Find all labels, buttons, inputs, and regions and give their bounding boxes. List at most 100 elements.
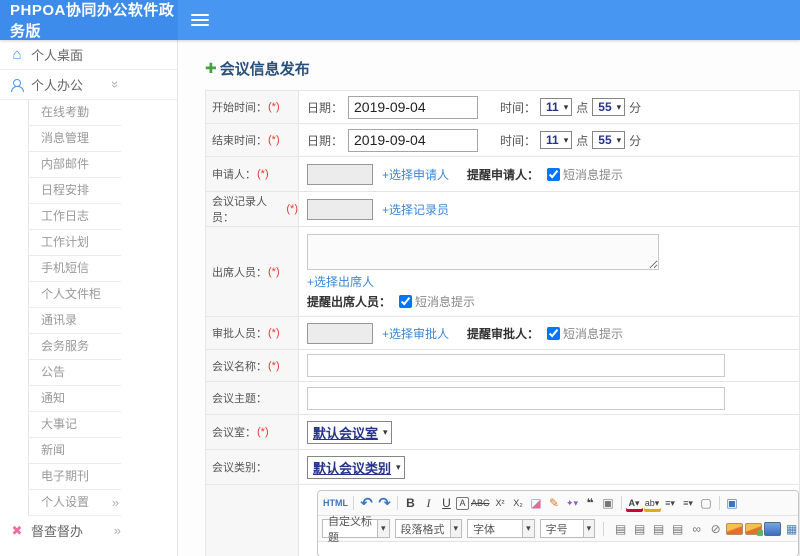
underline-button[interactable]: U (438, 494, 455, 512)
field-value (299, 382, 799, 414)
sidebar-item-label: 个人办公 (31, 78, 84, 93)
sidebar-item-label: 个人桌面 (31, 48, 84, 63)
unlink-icon[interactable]: ⊘ (707, 520, 724, 538)
form-row-meeting-room: 会议室： (*) 默认会议室 (205, 415, 800, 450)
meeting-category-select[interactable]: 默认会议类别 (307, 455, 405, 479)
editor-content-area[interactable] (318, 542, 798, 556)
eraser-icon[interactable]: ◪ (528, 494, 545, 512)
field-label-text: 结束时间： (212, 135, 267, 147)
upload-image-icon[interactable] (745, 522, 764, 536)
meeting-room-select[interactable]: 默认会议室 (307, 420, 392, 444)
field-value: 默认会议类别 (299, 450, 799, 484)
char-border-button[interactable]: A (456, 496, 469, 510)
fullscreen-icon[interactable]: ▣ (724, 494, 741, 512)
field-value: +选择出席人 提醒出席人员： 短消息提示 (299, 227, 799, 316)
applicant-input[interactable] (307, 163, 373, 185)
hour-value: 11 (546, 100, 559, 114)
strikethrough-button[interactable]: ABC (470, 494, 491, 512)
font-size-select[interactable]: 字号 (539, 519, 596, 538)
sidebar-item-work-plan[interactable]: 工作计划 (29, 230, 121, 256)
select-label: 字体 (473, 523, 496, 536)
font-family-select[interactable]: 字体 (467, 519, 535, 538)
insert-table-icon[interactable]: ▦ (783, 520, 798, 538)
italic-button[interactable]: I (420, 494, 437, 512)
custom-title-select[interactable]: 自定义标题 (322, 516, 390, 544)
end-hour-select[interactable]: 11 (540, 131, 573, 149)
bold-button[interactable]: B (402, 494, 419, 512)
blockquote-icon[interactable]: ❝ (582, 494, 599, 512)
paragraph-format-select[interactable]: 段落格式 (394, 519, 463, 538)
autoformat-icon[interactable]: ✦▾ (564, 494, 581, 512)
field-value: 日期： 时间： 11 点 55 分 (299, 124, 799, 156)
applicant-sms-checkbox[interactable] (547, 167, 561, 181)
sidebar-item-supervision[interactable]: 督查督办 (0, 516, 177, 544)
sidebar-item-personal-file-cabinet[interactable]: 个人文件柜 (29, 282, 121, 308)
sidebar-item-work-log[interactable]: 工作日志 (29, 204, 121, 230)
hamburger-icon[interactable] (191, 14, 209, 26)
sidebar-item-notices[interactable]: 通知 (29, 386, 121, 412)
sidebar-item-schedule[interactable]: 日程安排 (29, 178, 121, 204)
sidebar-item-meeting-services[interactable]: 会务服务 (29, 334, 121, 360)
font-color-icon[interactable]: A▾ (626, 494, 643, 512)
sidebar-item-message-management[interactable]: 消息管理 (29, 126, 121, 152)
attendees-sms-checkbox[interactable] (399, 295, 413, 308)
start-hour-select[interactable]: 11 (540, 98, 573, 116)
align-justify-icon[interactable]: ▤ (669, 520, 686, 538)
html-source-button[interactable]: HTML (322, 494, 349, 512)
end-minute-select[interactable]: 55 (592, 131, 626, 149)
dropdown-arrow-icon (449, 520, 462, 537)
chevron-double-down-icon (108, 81, 123, 88)
unordered-list-icon[interactable]: ≡▾ (680, 494, 697, 512)
dropdown-arrow-icon (377, 520, 389, 537)
sidebar-item-personal-office[interactable]: 个人办公 (0, 70, 177, 100)
paste-icon[interactable]: ▣ (600, 494, 617, 512)
sidebar-item-online-attendance[interactable]: 在线考勤 (29, 100, 121, 126)
editor-toolbar-row2-icons: ▤ ▤ ▤ ▤ ∞ ⊘ ▦ (612, 520, 798, 538)
align-right-icon[interactable]: ▤ (650, 520, 667, 538)
start-date-input[interactable] (348, 95, 479, 119)
insert-media-icon[interactable] (764, 521, 782, 536)
sidebar-submenu: 在线考勤 消息管理 内部邮件 日程安排 工作日志 工作计划 手机短信 个人文件柜 通讯录 会务服务… (28, 100, 121, 516)
redo-icon[interactable]: ↷ (376, 494, 393, 512)
sidebar-item-e-journal[interactable]: 电子期刊 (29, 464, 121, 490)
select-label: 自定义标题 (328, 515, 372, 544)
new-document-icon[interactable]: ▢ (698, 494, 715, 512)
sidebar-item-personal-desktop[interactable]: 个人桌面 (0, 40, 177, 70)
sidebar-item-internal-mail[interactable]: 内部邮件 (29, 152, 121, 178)
undo-icon[interactable]: ↶ (358, 494, 375, 512)
link-icon[interactable]: ∞ (688, 520, 705, 538)
chevron-double-right-icon (112, 490, 119, 515)
highlight-color-icon[interactable]: ab▾ (644, 494, 661, 512)
meeting-subject-input[interactable] (307, 386, 725, 410)
select-applicant-link[interactable]: +选择申请人 (382, 166, 449, 183)
superscript-button[interactable]: X² (492, 494, 509, 512)
align-center-icon[interactable]: ▤ (631, 520, 648, 538)
sidebar-item-mobile-sms[interactable]: 手机短信 (29, 256, 121, 282)
subscript-button[interactable]: X₂ (510, 494, 527, 512)
sidebar-item-news[interactable]: 新闻 (29, 438, 121, 464)
insert-image-icon[interactable] (726, 522, 744, 535)
select-recorder-link[interactable]: +选择记录员 (382, 201, 449, 218)
sidebar-item-announcements[interactable]: 公告 (29, 360, 121, 386)
form-row-applicant: 申请人： (*) +选择申请人 提醒申请人： 短消息提示 (205, 157, 800, 192)
clean-format-icon[interactable]: ✎ (546, 494, 563, 512)
align-left-icon[interactable]: ▤ (612, 520, 629, 538)
select-approver-link[interactable]: +选择审批人 (382, 325, 449, 342)
field-value (299, 350, 799, 381)
start-minute-select[interactable]: 55 (592, 98, 626, 116)
top-header: PHPOA协同办公软件政务版 (0, 0, 800, 40)
select-attendees-link[interactable]: +选择出席人 (307, 273, 374, 290)
field-label: 出席人员： (*) (206, 227, 299, 316)
attendees-textarea[interactable] (307, 234, 659, 270)
field-value: +选择审批人 提醒审批人： 短消息提示 (299, 317, 799, 349)
approver-input[interactable] (307, 322, 373, 344)
end-date-input[interactable] (348, 128, 479, 152)
approver-sms-checkbox[interactable] (547, 326, 561, 340)
ordered-list-icon[interactable]: ≡▾ (662, 494, 679, 512)
meeting-name-input[interactable] (307, 354, 725, 377)
recorder-input[interactable] (307, 198, 373, 220)
sidebar-item-personal-settings[interactable]: 个人设置 (29, 490, 121, 516)
sidebar-item-contacts[interactable]: 通讯录 (29, 308, 121, 334)
field-label-text: 会议室： (212, 427, 256, 439)
sidebar-item-memorabilia[interactable]: 大事记 (29, 412, 121, 438)
